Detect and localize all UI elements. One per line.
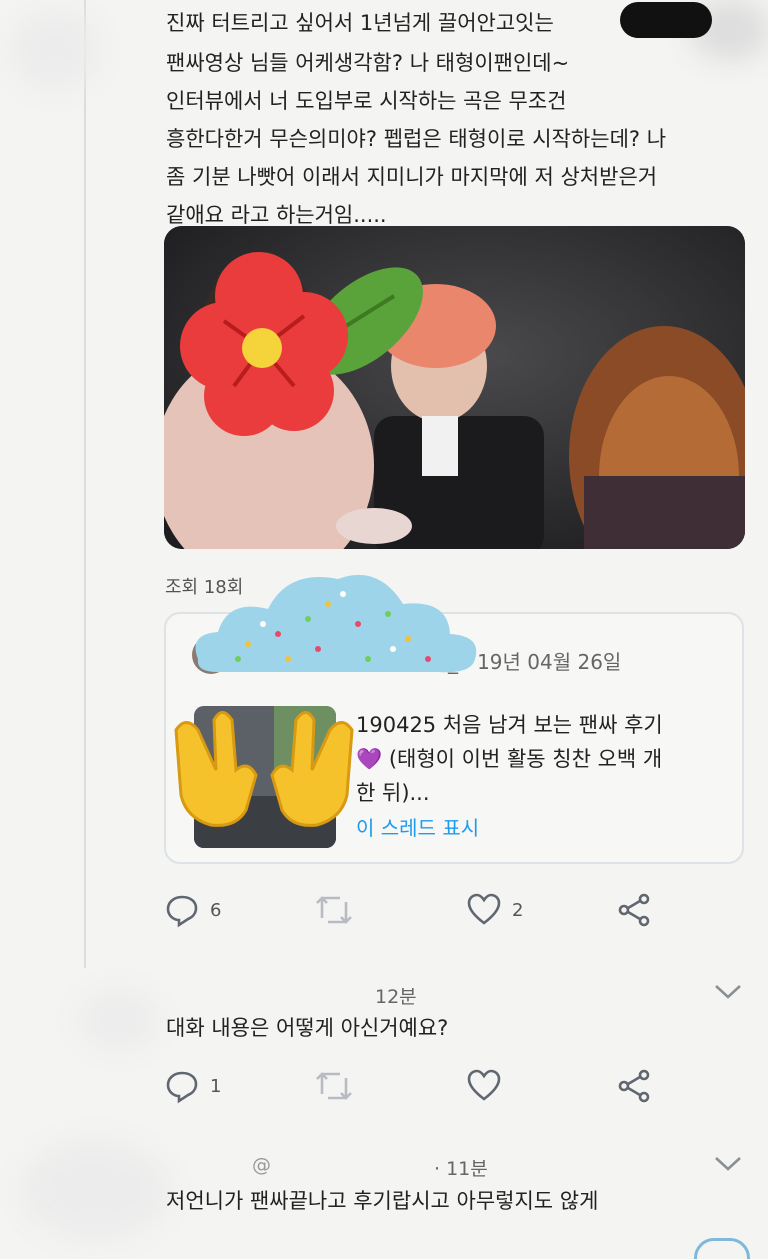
- reply-text: 저언니가 팬싸끝나고 후기랍시고 아무렇지도 않게: [166, 1189, 599, 1213]
- retweet-button[interactable]: [314, 1066, 354, 1106]
- reply-icon: [166, 895, 198, 928]
- tweet-line: 팬싸영상 님들 어케생각함? 나 태형이팬인데~: [166, 51, 570, 75]
- raised-hands-sticker: [156, 700, 372, 834]
- reply-handle: @: [252, 1154, 271, 1176]
- quoted-date-text: · 19년 04월 26일: [464, 650, 622, 674]
- reply-actions: 1: [164, 1066, 664, 1106]
- avatar-blur: [10, 10, 100, 90]
- like-icon: [467, 1069, 501, 1101]
- avatar-blur: [78, 990, 158, 1050]
- chevron-down-icon[interactable]: [710, 1152, 746, 1174]
- show-thread-link[interactable]: 이 스레드 표시: [356, 812, 479, 841]
- redaction: [620, 2, 712, 38]
- cloud-sticker: [188, 564, 484, 683]
- share-icon: [618, 893, 650, 927]
- tweet-line: 흥한다한거 무슨의미야? 펩럽은 태형이로 시작하는데? 나: [166, 127, 667, 151]
- share-button[interactable]: [616, 890, 652, 930]
- quoted-text: 190425 처음 남겨 보는 팬싸 후기 💜 (태형이 이번 활동 칭찬 오백…: [356, 708, 726, 810]
- thread-line: [84, 0, 86, 968]
- tweet-line: 진짜 터트리고 싶어서 1년넘게 끌어안고잇는: [166, 11, 554, 35]
- tweet-line: 인터뷰에서 너 도입부로 시작하는 곡은 무조건: [166, 89, 567, 113]
- reply-button[interactable]: 6: [164, 890, 221, 930]
- tweet-line: 좀 기분 나빳어 이래서 지미니가 마지막에 저 상처받은거: [166, 165, 658, 189]
- reply-count: 1: [210, 1075, 222, 1097]
- like-count: 2: [512, 899, 524, 921]
- video-frame: [164, 226, 745, 549]
- quoted-line: 한 뒤)...: [356, 781, 430, 805]
- retweet-button[interactable]: [314, 890, 354, 930]
- compose-button[interactable]: [694, 1238, 750, 1259]
- tweet-actions: 6 2: [164, 890, 664, 930]
- quoted-line: 💜 (태형이 이번 활동 칭찬 오백 개: [356, 747, 663, 771]
- tweet-video[interactable]: [164, 226, 745, 549]
- avatar-blur: [20, 1140, 170, 1240]
- retweet-icon: [316, 1072, 352, 1100]
- retweet-icon: [316, 896, 352, 924]
- quoted-line: 190425 처음 남겨 보는 팬싸 후기: [356, 713, 663, 737]
- chevron-down-icon[interactable]: [710, 980, 746, 1002]
- reply-count: 6: [210, 899, 222, 921]
- share-icon: [618, 1069, 650, 1103]
- reply-time: · 11분: [434, 1158, 488, 1180]
- like-icon: [467, 893, 501, 925]
- reply-time: 12분: [375, 986, 417, 1008]
- like-button[interactable]: 2: [466, 890, 523, 930]
- reply-text: 대화 내용은 어떻게 아신거예요?: [166, 1016, 449, 1040]
- reply-icon: [166, 1071, 198, 1104]
- like-button[interactable]: [466, 1066, 502, 1106]
- reply-button[interactable]: 1: [164, 1066, 221, 1106]
- share-button[interactable]: [616, 1066, 652, 1106]
